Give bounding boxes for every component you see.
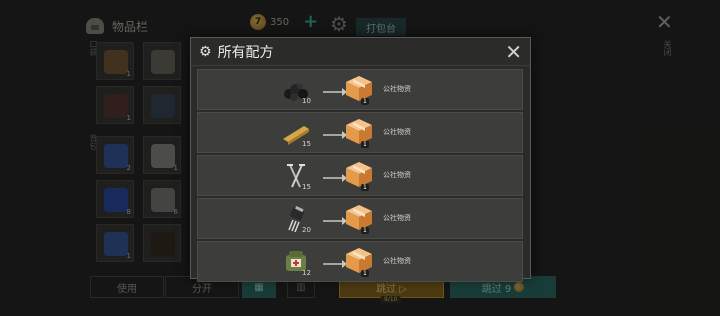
game-screen: 物品栏 7 350 + ⚙ 打包台 口袋 背包 1121861 ✕ 关闭 使用 … xyxy=(0,0,720,316)
supply-box-icon xyxy=(344,116,374,146)
dialog-header: ⚙ 所有配方 xyxy=(191,38,530,66)
result-quantity: 1 xyxy=(361,98,369,105)
dialog-title: 所有配方 xyxy=(217,44,274,61)
recipe-list: 10 1 公社物资 15 1 公社物资 15 1 公社物资 20 1 公社物资 12 1 公社物资 xyxy=(197,69,523,284)
close-dialog-icon[interactable]: ✕ xyxy=(505,40,522,64)
result-quantity: 1 xyxy=(361,227,369,234)
recipe-row[interactable]: 12 1 公社物资 xyxy=(197,241,523,282)
recipe-row[interactable]: 15 1 公社物资 xyxy=(197,112,523,153)
result-name: 公社物资 xyxy=(383,128,411,136)
supply-box-icon xyxy=(344,245,374,275)
supply-box-icon xyxy=(344,202,374,232)
recipe-row[interactable]: 10 1 公社物资 xyxy=(197,69,523,110)
result-quantity: 1 xyxy=(361,184,369,191)
recipe-row[interactable]: 20 1 公社物资 xyxy=(197,198,523,239)
result-quantity: 1 xyxy=(361,141,369,148)
ingredient-quantity: 12 xyxy=(302,269,311,277)
gears-icon: ⚙ xyxy=(199,43,212,60)
supply-box-icon xyxy=(344,159,374,189)
supply-box-icon xyxy=(344,73,374,103)
ingredient-quantity: 15 xyxy=(302,140,311,148)
result-name: 公社物资 xyxy=(383,85,411,93)
ingredient-quantity: 10 xyxy=(302,97,311,105)
result-quantity: 1 xyxy=(361,270,369,277)
result-name: 公社物资 xyxy=(383,171,411,179)
all-recipes-dialog: ⚙ 所有配方 ✕ 10 1 公社物资 15 1 公社物资 15 1 公社物资 20 1 公社物资 12 1… xyxy=(190,37,531,282)
ingredient-quantity: 15 xyxy=(302,183,311,191)
result-name: 公社物资 xyxy=(383,214,411,222)
recipe-row[interactable]: 15 1 公社物资 xyxy=(197,155,523,196)
result-name: 公社物资 xyxy=(383,257,411,265)
ingredient-quantity: 20 xyxy=(302,226,311,234)
